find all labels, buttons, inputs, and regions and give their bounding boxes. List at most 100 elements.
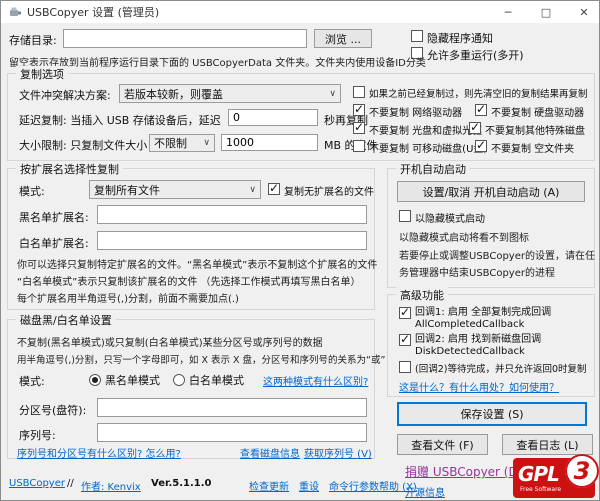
footer-separator: //: [67, 478, 74, 489]
title-bar: USBCopyer 设置 (管理员) ─ □ ✕: [1, 1, 599, 23]
view-disk-info-link[interactable]: 查看磁盘信息: [240, 445, 300, 460]
chevron-down-icon: ∨: [203, 138, 210, 148]
selected-option: 复制所有文件: [94, 182, 246, 198]
disk-mode-label: 模式:: [19, 373, 45, 389]
autostart-hint-2: 若要停止或调整USBCopyer的设置，请在任: [399, 247, 595, 262]
checkbox-box: [475, 104, 487, 116]
conflict-resolution-select[interactable]: 若版本较新，则覆盖 ∨: [119, 84, 341, 103]
autostart-hint-1: 以隐藏模式启动将看不到图标: [399, 229, 529, 244]
disk-mode-diff-link[interactable]: 这两种模式有什么区别?: [263, 373, 368, 388]
group-title: 按扩展名选择性复制: [16, 161, 123, 177]
radio-whitelist-mode[interactable]: 白名单模式: [173, 372, 244, 388]
delay-seconds-input[interactable]: [228, 109, 318, 126]
gpl-logo-version: 3: [565, 454, 599, 488]
checkbox-label: 回调1: 启用 全部复制完成回调AllCompletedCallback: [415, 307, 551, 331]
get-serial-link[interactable]: 获取序列号 (V): [304, 445, 372, 460]
close-button[interactable]: ✕: [573, 6, 595, 19]
reset-link[interactable]: 重设: [299, 478, 319, 493]
checkbox-box: [399, 334, 411, 346]
window-title: USBCopyer 设置 (管理员): [27, 4, 159, 20]
size-limit-mode-select[interactable]: 不限制 ∨: [149, 134, 215, 152]
autostart-hint-3: 务管理器中结束USBCopyer的进程: [399, 264, 555, 279]
advanced-help-link[interactable]: 这是什么？有什么用处？如何使用？: [399, 379, 559, 394]
checkbox-box: [399, 361, 411, 373]
checkbox-label: 以隐藏模式启动: [415, 210, 485, 225]
checkbox-callback2-wait[interactable]: (回调2)等待完成，并只允许返回0时复制: [399, 361, 587, 375]
check-update-link[interactable]: 检查更新: [249, 478, 289, 493]
radio-circle: [89, 374, 101, 386]
disk-hint-2: 用半角逗号(,)分割，只写一个字母即可，如 X 表示 X 盘，分区号和序列号的关…: [17, 352, 385, 366]
checkbox-copy-no-extension[interactable]: 复制无扩展名的文件: [268, 183, 374, 198]
checkbox-label: 不要复制其他特殊磁盘: [485, 122, 585, 137]
checkbox-no-copy-removable[interactable]: 不要复制 可移动磁盘(U盘): [353, 140, 487, 155]
view-log-button[interactable]: 查看日志 (L): [502, 434, 593, 455]
whitelist-ext-input[interactable]: [97, 231, 367, 250]
ext-mode-select[interactable]: 复制所有文件 ∨: [89, 180, 261, 199]
footer-app-link[interactable]: USBCopyer: [9, 478, 65, 489]
checkbox-allow-multiple-instances[interactable]: 允许多重运行(多开): [411, 47, 524, 63]
checkbox-box: [475, 140, 487, 152]
ext-hint-1: 你可以选择只复制特定扩展名的文件。“黑名单模式”表示不复制这个扩展名的文件: [17, 256, 377, 271]
radio-label: 白名单模式: [189, 372, 244, 388]
window-controls: ─ □ ✕: [497, 1, 595, 23]
checkbox-box: [353, 104, 365, 116]
checkbox-hide-notifications[interactable]: 隐藏程序通知: [411, 30, 493, 46]
checkbox-box: [353, 86, 365, 98]
checkbox-no-copy-special-disk[interactable]: 不要复制其他特殊磁盘: [469, 122, 585, 137]
checkbox-no-copy-hard-drive[interactable]: 不要复制 硬盘驱动器: [475, 104, 584, 119]
checkbox-no-copy-optical[interactable]: 不要复制 光盘和虚拟光驱: [353, 122, 482, 137]
chevron-down-icon: ∨: [249, 185, 256, 195]
radio-blacklist-mode[interactable]: 黑名单模式: [89, 372, 160, 388]
save-settings-button[interactable]: 保存设置 (S): [397, 402, 587, 426]
footer-author-link[interactable]: 作者: Kenvix: [81, 478, 141, 493]
minimize-button[interactable]: ─: [497, 6, 519, 19]
size-limit-label: 大小限制: 只复制文件大小: [19, 137, 147, 153]
partition-input[interactable]: [97, 398, 367, 417]
selected-option: 不限制: [154, 135, 200, 151]
group-title: 复制选项: [16, 66, 68, 82]
usbcopyer-settings-window: USBCopyer 设置 (管理员) ─ □ ✕ 存储目录: 浏览 ... 隐藏…: [0, 0, 600, 501]
app-icon: [8, 5, 22, 19]
serial-input[interactable]: [97, 423, 367, 442]
ext-mode-label: 模式:: [19, 183, 45, 199]
serial-partition-diff-link[interactable]: 序列号和分区号有什么区别? 怎么用?: [17, 445, 181, 460]
checkbox-box: [399, 307, 411, 319]
checkbox-box: [399, 210, 411, 222]
checkbox-callback1[interactable]: 回调1: 启用 全部复制完成回调AllCompletedCallback: [399, 307, 551, 331]
radio-label: 黑名单模式: [105, 372, 160, 388]
selected-option: 若版本较新，则覆盖: [124, 86, 326, 102]
checkbox-clear-before-copy[interactable]: 如果之前已经复制过，则先清空旧的复制结果再复制: [353, 86, 588, 100]
checkbox-no-copy-empty-folder[interactable]: 不要复制 空文件夹: [475, 140, 574, 155]
delay-copy-label: 延迟复制: 当插入 USB 存储设备后，延迟: [19, 112, 221, 128]
checkbox-callback2[interactable]: 回调2: 启用 找到新磁盘回调DiskDetectedCallback: [399, 334, 541, 358]
serial-label: 序列号:: [19, 427, 56, 443]
ext-hint-2: “白名单模式”表示只复制该扩展名的文件 （先选择工作模式再填写黑白名单）: [17, 273, 361, 288]
checkbox-start-hidden[interactable]: 以隐藏模式启动: [399, 210, 485, 225]
checkbox-label: 隐藏程序通知: [427, 30, 493, 46]
partition-label: 分区号(盘符):: [19, 402, 86, 418]
checkbox-label: 不要复制 光盘和虚拟光驱: [369, 122, 482, 137]
checkbox-label: 不要复制 空文件夹: [491, 140, 574, 155]
blacklist-ext-label: 黑名单扩展名:: [19, 209, 89, 225]
cmd-help-link[interactable]: 命令行参数帮助 (X): [329, 478, 417, 493]
checkbox-label: 回调2: 启用 找到新磁盘回调DiskDetectedCallback: [415, 334, 541, 358]
checkbox-label: 如果之前已经复制过，则先清空旧的复制结果再复制: [369, 86, 588, 100]
checkbox-label: 不要复制 硬盘驱动器: [491, 104, 584, 119]
blacklist-ext-input[interactable]: [97, 205, 367, 224]
toggle-autostart-button[interactable]: 设置/取消 开机自动启动 (A): [397, 181, 585, 202]
checkbox-label: 不要复制 网络驱动器: [369, 104, 462, 119]
checkbox-label: 复制无扩展名的文件: [284, 183, 374, 198]
donate-link[interactable]: 捐赠 USBCopyer (D): [405, 463, 522, 480]
view-files-button[interactable]: 查看文件 (F): [397, 434, 488, 455]
storage-dir-input[interactable]: [63, 29, 307, 48]
gpl-logo-text: GPL: [518, 462, 559, 486]
conflict-resolution-label: 文件冲突解决方案:: [19, 87, 111, 103]
maximize-button[interactable]: □: [535, 6, 557, 19]
checkbox-box: [353, 122, 365, 134]
storage-dir-hint: 留空表示存放到当前程序运行目录下面的 USBCopyerData 文件夹。文件夹…: [9, 54, 426, 69]
checkbox-no-copy-network-drive[interactable]: 不要复制 网络驱动器: [353, 104, 462, 119]
size-limit-mb-input[interactable]: [221, 134, 318, 151]
browse-button[interactable]: 浏览 ...: [314, 29, 372, 48]
group-title: 磁盘黑/白名单设置: [16, 312, 116, 328]
radio-circle: [173, 374, 185, 386]
